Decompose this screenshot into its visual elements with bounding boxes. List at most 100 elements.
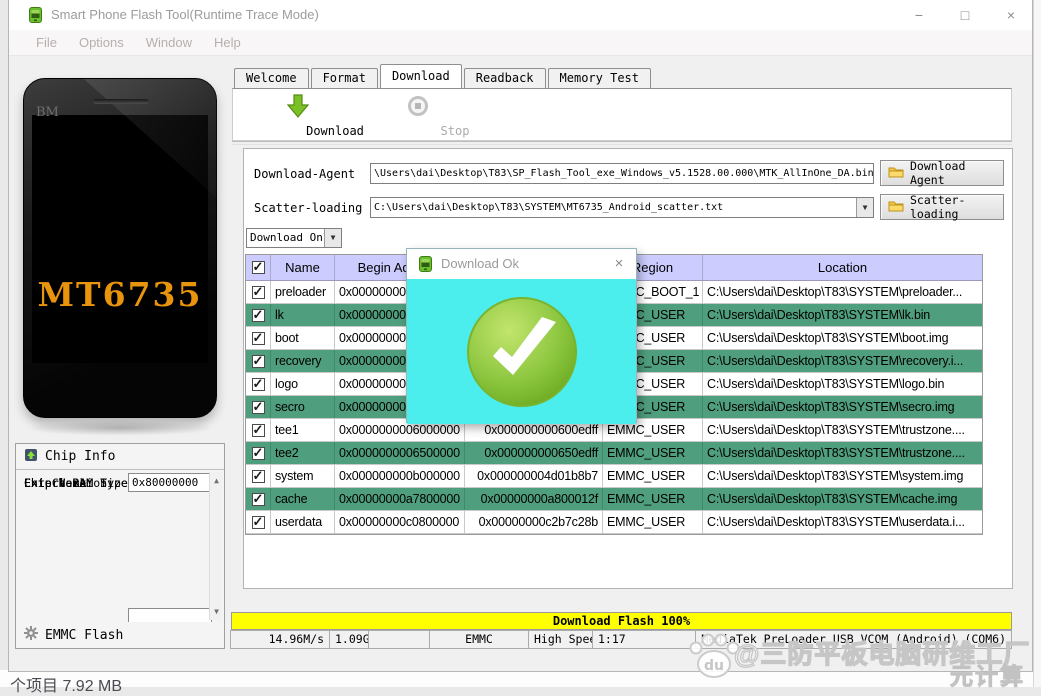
cell-location: C:\Users\dai\Desktop\T83\SYSTEM\secro.im… <box>703 396 982 418</box>
scroll-down-icon[interactable]: ▼ <box>210 607 223 616</box>
chip-info-row: Extern RAM Size: 0x80000000 <box>16 470 224 496</box>
phone-illustration: MT6735 BM <box>23 78 217 418</box>
row-checkbox[interactable] <box>252 378 265 391</box>
status-cell <box>368 630 430 649</box>
cell-location: C:\Users\dai\Desktop\T83\SYSTEM\lk.bin <box>703 304 982 326</box>
row-checkbox[interactable] <box>252 424 265 437</box>
download-button-label: Download <box>298 124 372 138</box>
chip-info-title: Chip Info <box>45 449 115 464</box>
table-row[interactable]: userdata 0x00000000c0800000 0x00000000c2… <box>246 511 982 534</box>
scatter-loading-button[interactable]: Scatter-loading <box>880 194 1004 220</box>
dialog-close-icon[interactable]: × <box>602 249 636 279</box>
row-checkbox-cell[interactable] <box>246 281 271 303</box>
combo-dropdown-icon[interactable]: ▼ <box>856 198 873 217</box>
row-checkbox[interactable] <box>252 401 265 414</box>
dialog-body <box>407 279 636 424</box>
select-all-checkbox-cell[interactable] <box>246 255 271 280</box>
header-location[interactable]: Location <box>703 255 982 280</box>
cell-partition-name: boot <box>271 327 335 349</box>
combo-dropdown-icon[interactable]: ▼ <box>324 229 341 247</box>
tab[interactable]: Format <box>311 68 378 88</box>
row-checkbox[interactable] <box>252 516 265 529</box>
dialog-phone-icon <box>419 256 432 277</box>
menu-item[interactable]: File <box>25 30 68 55</box>
header-name[interactable]: Name <box>271 255 335 280</box>
row-checkbox[interactable] <box>252 309 265 322</box>
cell-location: C:\Users\dai\Desktop\T83\SYSTEM\trustzon… <box>703 419 982 441</box>
stop-button[interactable]: Stop <box>381 92 455 140</box>
stop-icon <box>408 96 428 116</box>
chip-field-value-partial[interactable] <box>128 608 212 623</box>
chip-info-panel: Chip Info Chip Name: MT6735_S00 Chip Ver… <box>15 443 225 623</box>
download-agent-input[interactable]: \Users\dai\Desktop\T83\SP_Flash_Tool_exe… <box>370 163 874 184</box>
cell-region: EMMC_USER <box>603 511 703 533</box>
cell-partition-name: system <box>271 465 335 487</box>
select-all-checkbox[interactable] <box>252 261 265 274</box>
tab[interactable]: Welcome <box>234 68 309 88</box>
title-bar: Smart Phone Flash Tool(Runtime Trace Mod… <box>9 0 1032 30</box>
folder-icon <box>888 199 904 215</box>
cell-region: EMMC_USER <box>603 465 703 487</box>
minimize-button[interactable]: − <box>896 0 942 30</box>
phone-earpiece <box>93 99 149 104</box>
cell-partition-name: cache <box>271 488 335 510</box>
tab[interactable]: Readback <box>464 68 546 88</box>
scatter-file-combo[interactable]: C:\Users\dai\Desktop\T83\SYSTEM\MT6735_A… <box>370 197 874 218</box>
cell-location: C:\Users\dai\Desktop\T83\SYSTEM\system.i… <box>703 465 982 487</box>
close-button[interactable]: × <box>988 0 1034 30</box>
row-checkbox[interactable] <box>252 332 265 345</box>
menu-item[interactable]: Window <box>135 30 203 55</box>
row-checkbox-cell[interactable] <box>246 350 271 372</box>
row-checkbox[interactable] <box>252 286 265 299</box>
cell-partition-name: tee2 <box>271 442 335 464</box>
download-button[interactable]: Download <box>261 92 335 140</box>
tab[interactable]: Memory Test <box>548 68 651 88</box>
scroll-up-icon[interactable]: ▲ <box>210 476 223 485</box>
status-cell: 1.09G <box>329 630 369 649</box>
cell-partition-name: secro <box>271 396 335 418</box>
row-checkbox-cell[interactable] <box>246 419 271 441</box>
cell-partition-name: recovery <box>271 350 335 372</box>
row-checkbox[interactable] <box>252 355 265 368</box>
row-checkbox-cell[interactable] <box>246 327 271 349</box>
row-checkbox[interactable] <box>252 470 265 483</box>
table-row[interactable]: cache 0x00000000a7800000 0x00000000a8000… <box>246 488 982 511</box>
row-checkbox[interactable] <box>252 493 265 506</box>
chip-info-scrollbar[interactable]: ▲ ▼ <box>209 472 222 620</box>
cell-end-address: 0x000000000650edff <box>465 442 603 464</box>
row-checkbox-cell[interactable] <box>246 442 271 464</box>
chip-info-icon <box>24 448 38 466</box>
row-checkbox-cell[interactable] <box>246 304 271 326</box>
row-checkbox-cell[interactable] <box>246 488 271 510</box>
cell-end-address: 0x000000004d01b8b7 <box>465 465 603 487</box>
scatter-file-value: C:\Users\dai\Desktop\T83\SYSTEM\MT6735_A… <box>374 202 723 213</box>
row-checkbox[interactable] <box>252 447 265 460</box>
cell-begin-address: 0x00000000a7800000 <box>335 488 465 510</box>
tab[interactable]: Download <box>380 64 462 88</box>
cell-end-address: 0x00000000a800012f <box>465 488 603 510</box>
cell-location: C:\Users\dai\Desktop\T83\SYSTEM\boot.img <box>703 327 982 349</box>
toolbar-divider <box>232 141 1012 145</box>
menu-item[interactable]: Options <box>68 30 135 55</box>
row-checkbox-cell[interactable] <box>246 373 271 395</box>
chip-field-value[interactable]: 0x80000000 <box>128 473 212 492</box>
row-checkbox-cell[interactable] <box>246 511 271 533</box>
download-mode-combo[interactable]: Download Only ▼ <box>246 228 342 248</box>
maximize-button[interactable]: □ <box>942 0 988 30</box>
emmc-flash-panel: EMMC Flash <box>15 622 225 649</box>
status-cell: High Speed <box>528 630 593 649</box>
desktop-right-sliver <box>1033 0 1041 687</box>
download-agent-button[interactable]: Download Agent <box>880 160 1004 186</box>
menu-item[interactable]: Help <box>203 30 252 55</box>
cell-region: EMMC_USER <box>603 442 703 464</box>
table-row[interactable]: system 0x000000000b000000 0x000000004d01… <box>246 465 982 488</box>
cell-begin-address: 0x00000000c0800000 <box>335 511 465 533</box>
table-row[interactable]: tee2 0x0000000006500000 0x000000000650ed… <box>246 442 982 465</box>
toolbar: Download Stop <box>232 88 1012 141</box>
scatter-loading-button-label: Scatter-loading <box>910 193 1003 221</box>
row-checkbox-cell[interactable] <box>246 465 271 487</box>
row-checkbox-cell[interactable] <box>246 396 271 418</box>
dialog-title-bar[interactable]: Download Ok × <box>407 249 636 279</box>
desktop-background-strip <box>0 670 1041 687</box>
phone-brand-text: BM <box>36 105 59 120</box>
